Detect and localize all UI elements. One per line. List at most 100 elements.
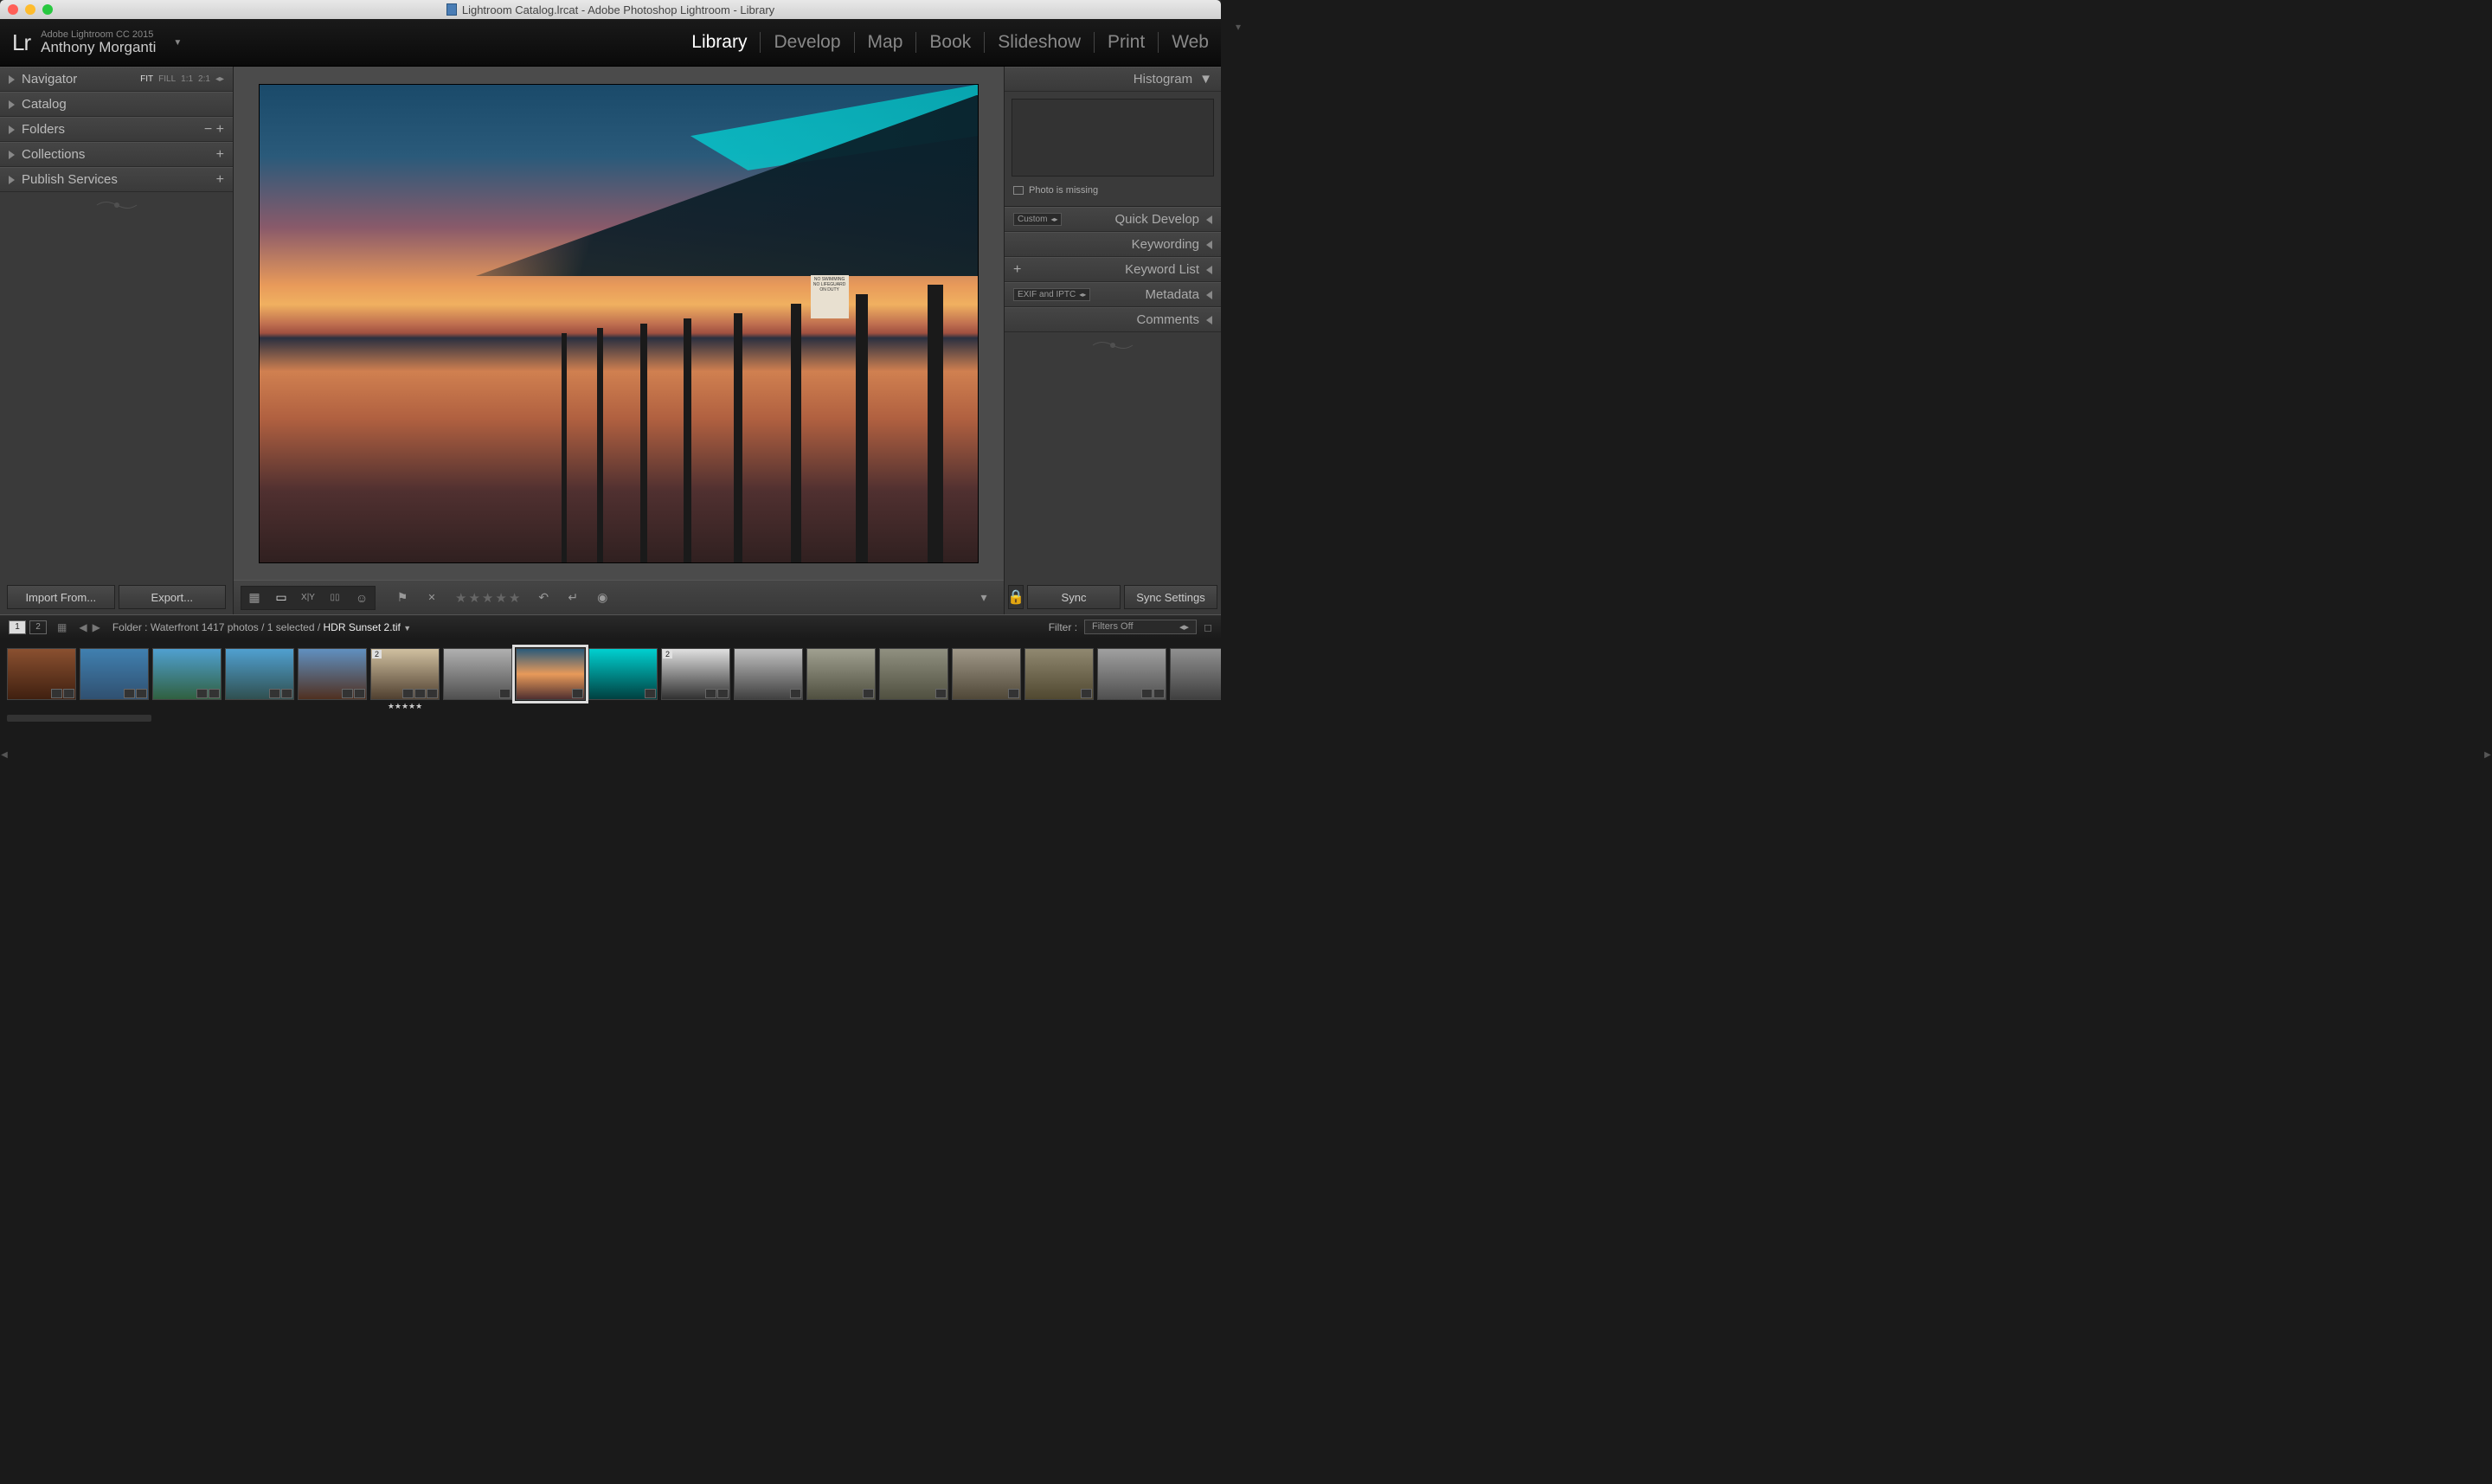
thumb-badge-icon: [1141, 689, 1153, 698]
stack-count-badge: 2: [663, 650, 672, 658]
filmstrip-thumb[interactable]: [7, 648, 76, 700]
filmstrip-thumb[interactable]: 2★★★★★: [370, 648, 440, 700]
thumb-badge-icon: [209, 689, 220, 698]
panel-header-collections[interactable]: Collections+: [0, 142, 233, 167]
missing-photo-icon: [1013, 186, 1024, 195]
filmstrip-thumb[interactable]: [1097, 648, 1166, 700]
left-panel-grip-icon[interactable]: ◀: [0, 742, 9, 768]
survey-view-icon[interactable]: ▯▯: [322, 587, 348, 609]
module-tab-slideshow[interactable]: Slideshow: [985, 32, 1095, 53]
people-view-icon[interactable]: ☺: [349, 587, 375, 609]
filmstrip-thumb[interactable]: [80, 648, 149, 700]
identity-menu-chevron-icon[interactable]: ▼: [173, 38, 182, 48]
document-icon: [446, 3, 457, 16]
loupe-view-icon[interactable]: ▭: [268, 587, 294, 609]
nav-fwd-icon[interactable]: ▶: [91, 621, 102, 633]
grid-toggle-icon[interactable]: ▦: [57, 621, 67, 633]
thumb-badge-icon: [427, 689, 438, 698]
module-tab-map[interactable]: Map: [855, 32, 917, 53]
filmstrip[interactable]: 2★★★★★2: [0, 639, 1221, 715]
filmstrip-thumb[interactable]: [734, 648, 803, 700]
panel-header-folders[interactable]: Folders− +: [0, 117, 233, 142]
histogram-panel-header[interactable]: Histogram ▼: [1005, 67, 1221, 92]
module-tab-book[interactable]: Book: [916, 32, 985, 53]
thumb-rating: ★★★★★: [371, 702, 439, 711]
thumb-badge-icon: [863, 689, 874, 698]
flag-reject-icon[interactable]: ✕: [419, 587, 445, 609]
filmstrip-thumb[interactable]: [225, 648, 294, 700]
panel-end-ornament: [1005, 332, 1221, 358]
identity-plate-name[interactable]: Anthony Morganti: [41, 40, 156, 56]
panel-header-metadata[interactable]: EXIF and IPTC◂▸Metadata: [1005, 282, 1221, 307]
thumb-badge-icon: [281, 689, 292, 698]
grid-view-icon[interactable]: ▦: [241, 587, 267, 609]
panel-header-comments[interactable]: Comments: [1005, 307, 1221, 332]
panel-action-buttons[interactable]: +: [216, 147, 224, 163]
panel-action-buttons[interactable]: − +: [204, 122, 224, 138]
panel-header-catalog[interactable]: Catalog: [0, 92, 233, 117]
module-tab-print[interactable]: Print: [1095, 32, 1159, 53]
quick-develop-preset-dropdown[interactable]: Custom◂▸: [1013, 213, 1062, 226]
filmstrip-scrollbar[interactable]: [0, 715, 1221, 725]
panel-action-buttons[interactable]: +: [216, 172, 224, 188]
nav-zoom-fit[interactable]: FIT: [140, 74, 153, 84]
nav-zoom-fill[interactable]: FILL: [158, 74, 176, 84]
navigator-zoom-options[interactable]: FIT FILL 1:1 2:1 ◂▸: [140, 74, 224, 84]
filmstrip-thumb[interactable]: [879, 648, 948, 700]
nav-zoom-stepper-icon[interactable]: ◂▸: [215, 74, 224, 84]
nav-back-icon[interactable]: ◀: [77, 621, 88, 633]
source-path-label[interactable]: Folder : Waterfront 1417 photos / 1 sele…: [112, 621, 411, 633]
filter-preset-dropdown[interactable]: Filters Off◂▸: [1084, 620, 1197, 634]
toolbar-menu-chevron-icon[interactable]: ▾: [971, 587, 997, 609]
filmstrip-thumb[interactable]: 2: [661, 648, 730, 700]
module-tab-library[interactable]: Library: [678, 32, 761, 53]
filmstrip-thumb[interactable]: [952, 648, 1021, 700]
filmstrip-thumb[interactable]: [1170, 648, 1221, 700]
chevron-down-icon: ▼: [1199, 72, 1212, 87]
loupe-view[interactable]: NO SWIMMING NO LIFEGUARD ON DUTY: [234, 67, 1004, 580]
filmstrip-thumb[interactable]: [298, 648, 367, 700]
toolbar: ▦ ▭ X|Y ▯▯ ☺ ⚑ ✕ ★★★★★ ↶ ↵ ◉ ▾: [234, 580, 1004, 614]
right-panel-grip-icon[interactable]: ▶: [2483, 742, 2492, 768]
filter-lock-icon[interactable]: ◻: [1204, 621, 1212, 633]
face-tag-icon[interactable]: ◉: [589, 587, 615, 609]
filmstrip-thumb[interactable]: [152, 648, 222, 700]
sync-button[interactable]: Sync: [1027, 585, 1121, 609]
nav-zoom-11[interactable]: 1:1: [181, 74, 193, 84]
disclosure-triangle-icon: [9, 125, 15, 134]
module-tab-develop[interactable]: Develop: [761, 32, 854, 53]
reveal-menubar-icon[interactable]: [1236, 19, 1256, 26]
sync-lock-icon[interactable]: 🔒: [1008, 585, 1024, 609]
add-keyword-icon[interactable]: +: [1013, 262, 1021, 278]
module-tab-web[interactable]: Web: [1159, 32, 1209, 53]
filmstrip-thumb[interactable]: [516, 648, 585, 700]
rating-stars[interactable]: ★★★★★: [455, 590, 520, 606]
rotate-cw-icon[interactable]: ↵: [560, 587, 586, 609]
stack-count-badge: 2: [372, 650, 382, 658]
flag-pick-icon[interactable]: ⚑: [389, 587, 415, 609]
thumb-badge-icon: [935, 689, 947, 698]
panel-end-ornament: [0, 192, 233, 218]
filmstrip-thumb[interactable]: [443, 648, 512, 700]
main-monitor-button[interactable]: 1: [9, 620, 26, 634]
compare-view-icon[interactable]: X|Y: [295, 587, 321, 609]
rotate-ccw-icon[interactable]: ↶: [530, 587, 556, 609]
sync-settings-button[interactable]: Sync Settings: [1124, 585, 1217, 609]
metadata-preset-dropdown[interactable]: EXIF and IPTC◂▸: [1013, 288, 1090, 301]
view-mode-switcher[interactable]: ▦ ▭ X|Y ▯▯ ☺: [241, 586, 376, 610]
panel-header-keywording[interactable]: Keywording: [1005, 232, 1221, 257]
nav-zoom-21[interactable]: 2:1: [198, 74, 210, 84]
panel-header-keyword-list[interactable]: +Keyword List: [1005, 257, 1221, 282]
filmstrip-thumb[interactable]: [1024, 648, 1094, 700]
second-monitor-button[interactable]: 2: [29, 620, 47, 634]
panel-header-publish-services[interactable]: Publish Services+: [0, 167, 233, 192]
export-button[interactable]: Export...: [119, 585, 227, 609]
filmstrip-thumb[interactable]: [588, 648, 658, 700]
thumb-badge-icon: [402, 689, 414, 698]
disclosure-triangle-icon: [1206, 266, 1212, 274]
panel-header-quick-develop[interactable]: Custom◂▸Quick Develop: [1005, 207, 1221, 232]
import-button[interactable]: Import From...: [7, 585, 115, 609]
disclosure-triangle-icon: [9, 100, 15, 109]
filmstrip-thumb[interactable]: [806, 648, 876, 700]
navigator-panel-header[interactable]: Navigator FITFILL1:12:1◂▸: [0, 67, 233, 92]
